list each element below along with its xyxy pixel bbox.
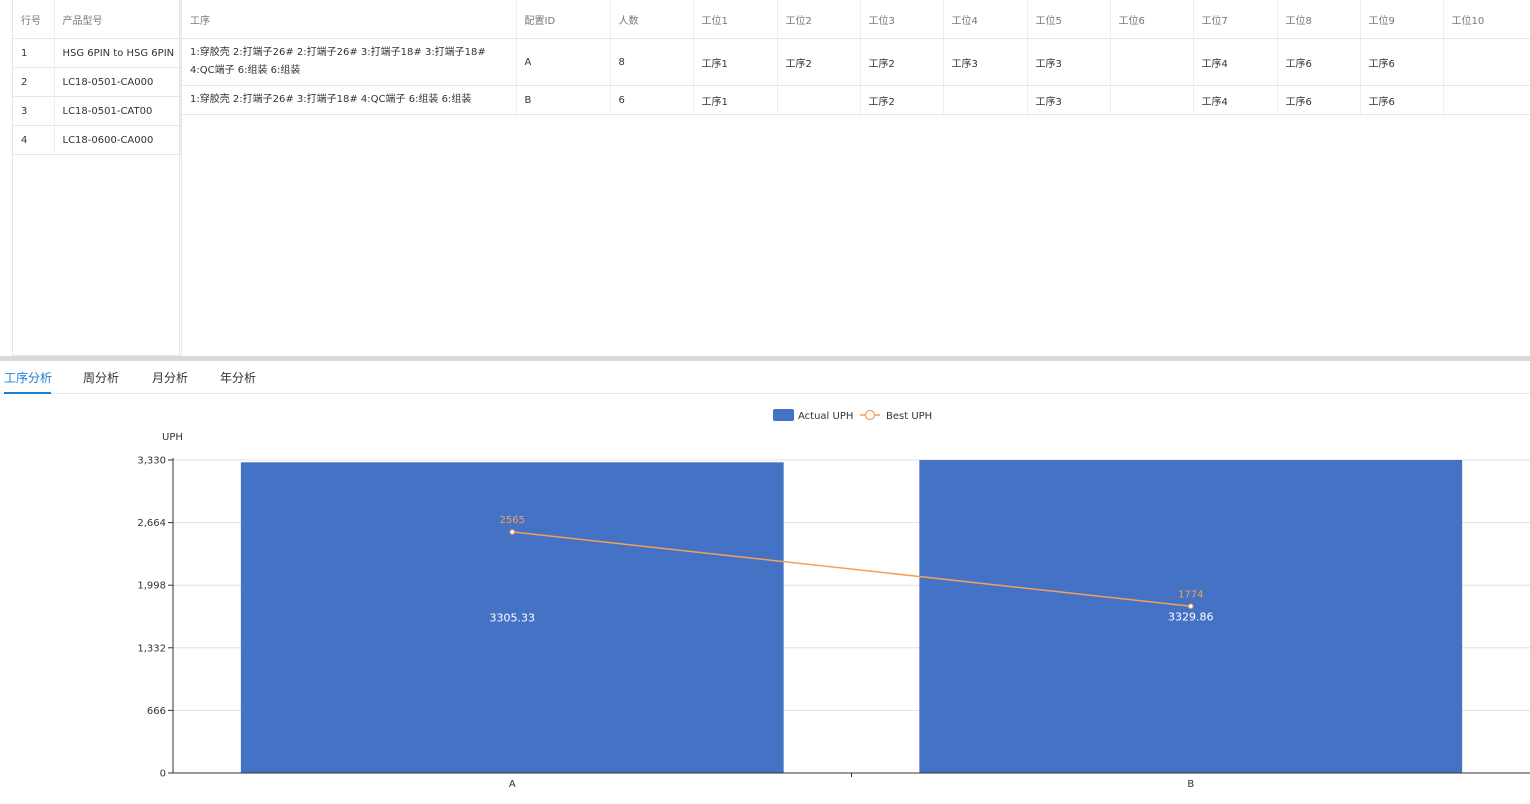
station-cell: 工序2: [777, 38, 861, 86]
top-panel: 行号 产品型号 1 HSG 6PIN to HSG 6PIN 2 LC18-05…: [0, 0, 1530, 356]
legend-label-best[interactable]: Best UPH: [886, 411, 932, 422]
station-cell: 工序1: [693, 85, 778, 115]
column-header-product-model[interactable]: 产品型号: [54, 0, 181, 39]
column-header-station-3[interactable]: 工位3: [860, 0, 944, 39]
station-cell: 工序3: [1027, 85, 1111, 115]
headcount: 6: [610, 85, 694, 115]
station-cell: 工序6: [1360, 85, 1444, 115]
column-header-station-5[interactable]: 工位5: [1027, 0, 1111, 39]
station-cell: 工序2: [860, 85, 944, 115]
station-cell: 工序3: [943, 38, 1028, 86]
station-cell: 工序6: [1360, 38, 1444, 86]
config-row[interactable]: 1:穿胶壳 2:打端子26# 3:打端子18# 4:QC端子 6:组装 6:组装…: [182, 85, 1530, 115]
column-header-station-10[interactable]: 工位10: [1443, 0, 1530, 39]
product-model: HSG 6PIN to HSG 6PIN: [54, 38, 181, 68]
x-tick-label: A: [509, 779, 516, 790]
point-value-label: 2565: [500, 515, 525, 526]
y-tick-label: 1,998: [137, 581, 166, 592]
y-tick-label: 2,664: [137, 518, 166, 529]
y-tick-label: 666: [147, 706, 166, 717]
config-id: A: [516, 38, 611, 86]
chart-bars: 3305.33 3329.86: [240, 460, 1463, 773]
row-number: 3: [13, 96, 55, 126]
product-row[interactable]: 4 LC18-0600-CA000: [13, 125, 181, 155]
column-header-headcount[interactable]: 人数: [610, 0, 694, 39]
column-header-station-8[interactable]: 工位8: [1277, 0, 1361, 39]
product-model: LC18-0501-CAT00: [54, 96, 181, 126]
station-cell: [1110, 38, 1194, 86]
column-header-station-4[interactable]: 工位4: [943, 0, 1028, 39]
column-header-config-id[interactable]: 配置ID: [516, 0, 611, 39]
product-row[interactable]: 3 LC18-0501-CAT00: [13, 96, 181, 126]
tab-weekly-analysis[interactable]: 周分析: [83, 369, 119, 386]
product-model: LC18-0501-CA000: [54, 67, 181, 97]
station-cell: 工序1: [693, 38, 778, 86]
column-header-station-9[interactable]: 工位9: [1360, 0, 1444, 39]
column-header-station-1[interactable]: 工位1: [693, 0, 778, 39]
row-number: 1: [13, 38, 55, 68]
column-header-station-6[interactable]: 工位6: [1110, 0, 1194, 39]
station-cell: [1443, 85, 1530, 115]
legend-marker-best[interactable]: [864, 409, 876, 421]
station-cell: 工序6: [1277, 38, 1361, 86]
product-model: LC18-0600-CA000: [54, 125, 181, 155]
bar-value-label: 3305.33: [490, 612, 536, 625]
legend-label-actual[interactable]: Actual UPH: [798, 411, 853, 422]
config-table: 工序 配置ID 人数 工位1 工位2 工位3 工位4 工位5 工位6 工位7 工…: [181, 0, 1530, 356]
y-axis-title: UPH: [162, 432, 183, 443]
process-sequence: 1:穿胶壳 2:打端子26# 3:打端子18# 4:QC端子 6:组装 6:组装: [182, 85, 517, 115]
bar-value-label: 3329.86: [1168, 611, 1214, 624]
row-number: 4: [13, 125, 55, 155]
x-tick-label: B: [1187, 779, 1194, 790]
station-cell: 工序4: [1193, 38, 1278, 86]
product-row[interactable]: 2 LC18-0501-CA000: [13, 67, 181, 97]
y-tick-label: 1,332: [137, 643, 166, 654]
station-cell: 工序3: [1027, 38, 1111, 86]
point-value-label: 1774: [1178, 589, 1203, 600]
station-cell: 工序4: [1193, 85, 1278, 115]
process-sequence: 1:穿胶壳 2:打端子26# 2:打端子26# 3:打端子18# 3:打端子18…: [182, 38, 517, 86]
y-tick-label: 0: [160, 769, 166, 780]
station-cell: [777, 85, 861, 115]
product-row[interactable]: 1 HSG 6PIN to HSG 6PIN: [13, 38, 181, 68]
station-cell: [1443, 38, 1530, 86]
uph-chart-svg: 3305.33 3329.86 2565 1774 0 666 1,332 1,998 2,…: [137, 409, 1530, 790]
station-cell: [1110, 85, 1194, 115]
column-header-station-2[interactable]: 工位2: [777, 0, 861, 39]
config-row[interactable]: 1:穿胶壳 2:打端子26# 2:打端子26# 3:打端子18# 3:打端子18…: [182, 38, 1530, 86]
uph-chart: 3305.33 3329.86 2565 1774 0 666 1,332 1,998 2,…: [0, 394, 1530, 800]
column-header-station-7[interactable]: 工位7: [1193, 0, 1278, 39]
station-cell: 工序2: [860, 38, 944, 86]
point-best-uph[interactable]: [509, 529, 515, 535]
point-best-uph[interactable]: [1188, 603, 1194, 609]
tab-process-analysis[interactable]: 工序分析: [4, 369, 52, 386]
column-header-row-number[interactable]: 行号: [13, 0, 55, 39]
config-id: B: [516, 85, 611, 115]
y-tick-label: 3,330: [137, 456, 166, 467]
legend-swatch-actual[interactable]: [773, 409, 794, 421]
station-cell: [943, 85, 1028, 115]
tab-yearly-analysis[interactable]: 年分析: [220, 369, 256, 386]
headcount: 8: [610, 38, 694, 86]
product-table: 行号 产品型号 1 HSG 6PIN to HSG 6PIN 2 LC18-05…: [12, 0, 181, 356]
station-cell: 工序6: [1277, 85, 1361, 115]
chart-legend: Actual UPH Best UPH: [773, 409, 932, 422]
analysis-tabs: 工序分析 周分析 月分析 年分析: [0, 361, 1530, 394]
column-header-process[interactable]: 工序: [182, 0, 517, 39]
tab-monthly-analysis[interactable]: 月分析: [152, 369, 188, 386]
row-number: 2: [13, 67, 55, 97]
